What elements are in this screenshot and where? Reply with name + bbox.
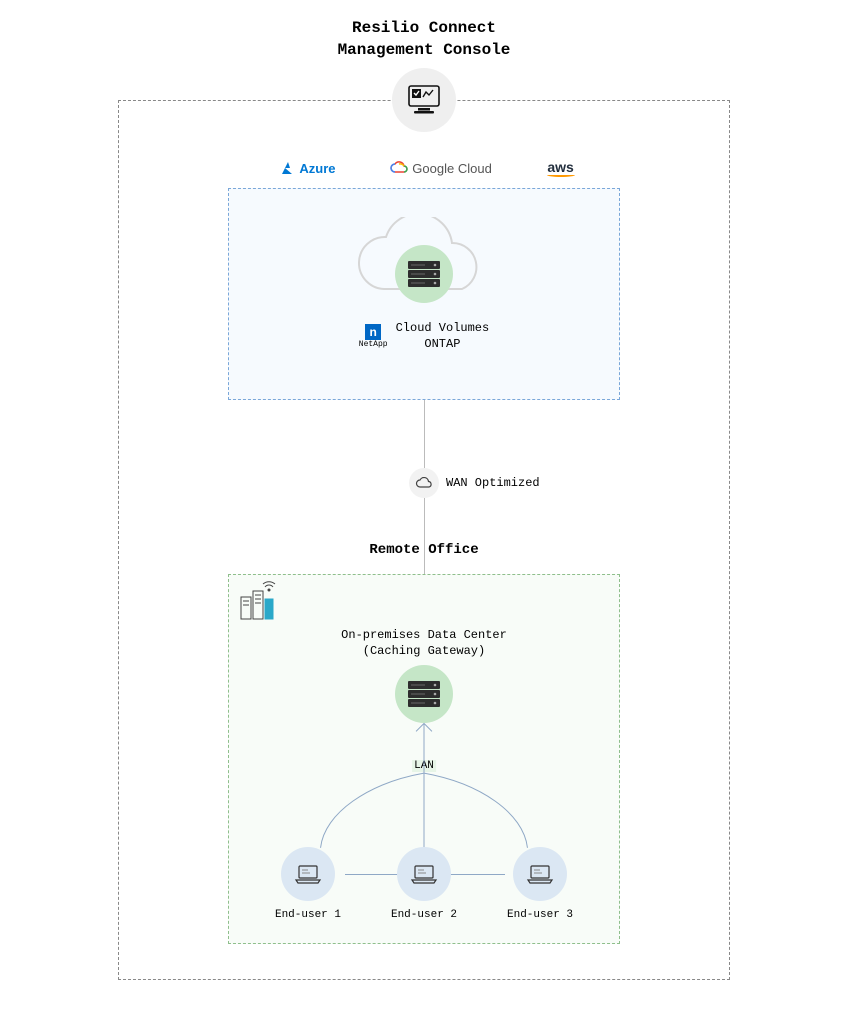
cloud-volumes-box: n NetApp Cloud Volumes ONTAP [228,188,620,400]
cloud-server-icon [395,245,453,303]
remote-office-title: Remote Office [0,542,848,558]
netapp-n-icon: n [365,324,381,340]
diagram-title: Resilio Connect Management Console [0,18,848,61]
end-user-1-label: End-user 1 [275,909,341,921]
laptop-icon [513,847,567,901]
laptop-icon [397,847,451,901]
end-user-2-label: End-user 2 [391,909,457,921]
aws-logo: aws [547,159,575,177]
google-cloud-logo: Google Cloud [390,161,492,176]
netapp-text: NetApp [359,340,388,349]
data-center-title: On-premises Data Center (Caching Gateway… [229,627,619,659]
azure-logo: Azure [279,160,335,176]
ontap-line2: ONTAP [396,337,490,353]
city-icon [237,581,281,621]
connector-cloud-to-wan [424,400,425,468]
management-console-icon [392,68,456,132]
cloud-icon [415,477,433,489]
end-user-2: End-user 2 [391,847,457,921]
ontap-line1: Cloud Volumes [396,321,490,335]
lan-label: LAN [412,760,436,772]
gateway-server-icon [395,665,453,723]
wan-label: WAN Optimized [446,476,540,490]
aws-smile-icon [547,173,575,177]
laptop-icon [281,847,335,901]
end-user-3-label: End-user 3 [507,909,573,921]
remote-office-box: On-premises Data Center (Caching Gateway… [228,574,620,944]
netapp-logo: n NetApp [359,324,388,349]
wan-badge [409,468,439,498]
connector-wan-to-remote [424,498,425,574]
end-user-1: End-user 1 [275,847,341,921]
google-cloud-label: Google Cloud [412,161,492,176]
end-user-3: End-user 3 [507,847,573,921]
end-user-row: End-user 1 End-user 2 End-user 3 [229,847,619,921]
title-line2: Management Console [338,41,511,59]
title-line1: Resilio Connect [352,19,496,37]
dc-line2: (Caching Gateway) [363,644,485,658]
ontap-text: Cloud Volumes ONTAP [396,321,490,352]
cloud-provider-row: Azure Google Cloud aws [252,159,602,177]
azure-label: Azure [299,161,335,176]
dc-line1: On-premises Data Center [341,628,507,642]
ontap-label-row: n NetApp Cloud Volumes ONTAP [229,321,619,352]
